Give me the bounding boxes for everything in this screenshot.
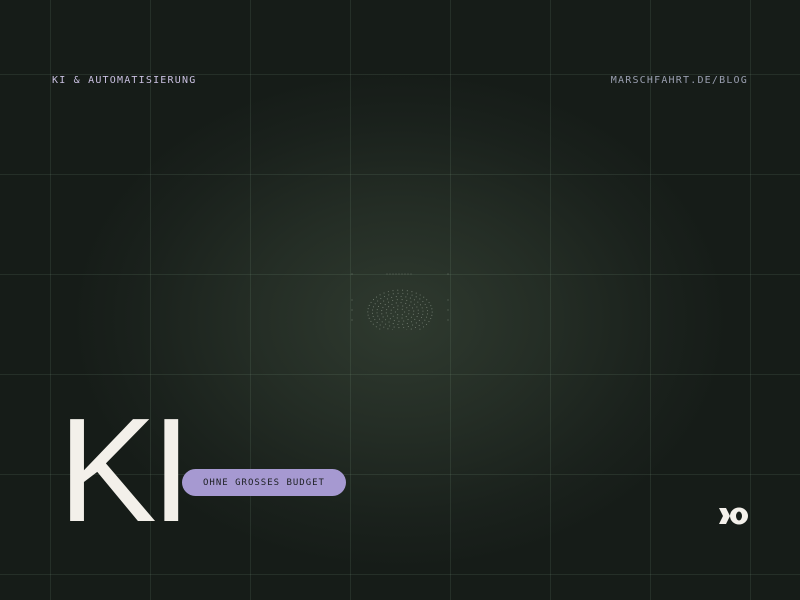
- tag-badge: OHNE GROSSES BUDGET: [182, 469, 346, 496]
- blog-header-graphic: KI & AUTOMATISIERUNG MARSCHFAHRT.DE/BLOG…: [0, 0, 800, 600]
- page-title: KI: [58, 388, 192, 553]
- category-label: KI & AUTOMATISIERUNG: [52, 75, 197, 86]
- site-url: MARSCHFAHRT.DE/BLOG: [610, 75, 748, 86]
- dotted-circle-icon: [351, 273, 449, 330]
- brand-logo-icon: [719, 507, 748, 525]
